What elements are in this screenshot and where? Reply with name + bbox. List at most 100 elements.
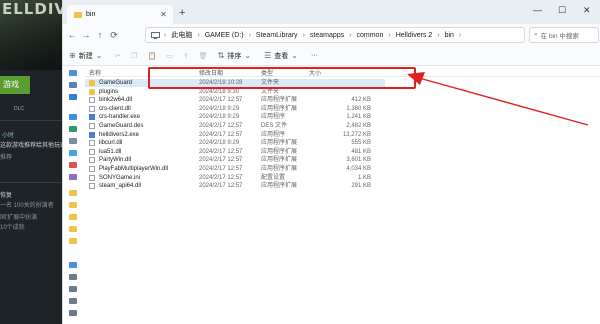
onedrive-icon[interactable] (69, 94, 77, 100)
breadcrumb-this-pc[interactable]: 此电脑 (171, 30, 192, 40)
file-type: 应用程序 (261, 114, 286, 121)
file-modified-date: 2024/2/17 12:57 (199, 123, 243, 129)
file-name: crs-client.dll (99, 105, 131, 112)
videos-icon[interactable] (69, 174, 77, 180)
new-button[interactable]: ⊕ 新建 ⌄ (69, 51, 105, 61)
minimize-button[interactable]: — (533, 5, 542, 15)
file-icon (89, 105, 95, 112)
this-pc-icon[interactable] (69, 262, 77, 268)
home-icon[interactable] (69, 70, 77, 76)
maximize-button[interactable]: ☐ (558, 5, 566, 16)
file-type: DES 文件 (261, 123, 288, 129)
close-tab-icon[interactable]: ✕ (160, 10, 167, 19)
breadcrumb-steamapps[interactable]: steamapps (310, 32, 344, 39)
achievement-line: 一名 100关的扮演者 (0, 203, 54, 209)
divider (0, 120, 62, 121)
file-size: 1,241 KB (346, 114, 371, 121)
file-icon (89, 148, 95, 155)
drive-icon[interactable] (69, 286, 77, 292)
file-type: 应用程序扩展 (261, 166, 298, 172)
drive-icon[interactable] (69, 274, 77, 280)
cut-icon[interactable]: ✂ (115, 52, 121, 60)
chevron-down-icon: ⌄ (95, 51, 103, 60)
new-tab-button[interactable]: + (179, 7, 185, 19)
sort-button[interactable]: ⇅ 排序 ⌄ (218, 51, 254, 61)
folder-icon (89, 88, 95, 95)
back-arrow-icon[interactable]: ← (65, 30, 79, 40)
breadcrumb-separator: › (248, 31, 251, 39)
more-options-button[interactable]: ··· (311, 52, 318, 59)
file-row[interactable]: PartyWin.dll 2024/2/17 12:57 应用程序扩展 3,601 K… (85, 156, 385, 164)
breadcrumb-bin[interactable]: bin (445, 32, 454, 39)
annotation-highlight-box (148, 67, 416, 89)
forward-arrow-icon[interactable]: → (79, 30, 93, 40)
file-row[interactable]: lua51.dll 2024/2/17 12:57 应用程序扩展 481 KB (85, 148, 385, 156)
folder-icon[interactable] (69, 190, 77, 196)
file-row[interactable]: crs-client.dll 2024/2/18 9:29 应用程序扩展 1,380 … (85, 105, 385, 113)
folder-icon[interactable] (69, 202, 77, 208)
folder-icon (89, 80, 95, 86)
divider (0, 182, 62, 183)
tab-bin[interactable]: bin ✕ (67, 5, 173, 24)
delete-icon[interactable]: 🗑 (199, 52, 208, 60)
up-arrow-icon[interactable]: ↑ (93, 30, 107, 40)
folder-icon[interactable] (69, 238, 77, 244)
breadcrumb-steamlibrary[interactable]: SteamLibrary (256, 32, 298, 39)
gallery-icon[interactable] (69, 82, 77, 88)
achievement-line: 10个成就 (0, 225, 25, 231)
hero-title: ELLDIVERS (2, 0, 62, 18)
file-row[interactable]: libcurl.dll 2024/2/18 9:29 应用程序扩展 555 KB (85, 139, 385, 147)
file-row[interactable]: helldivers2.exe 2024/2/17 12:57 应用程序 13,272… (85, 131, 385, 139)
folder-icon[interactable] (69, 226, 77, 232)
share-icon[interactable]: ⇪ (183, 52, 189, 60)
chevron-down-icon: ⌄ (244, 51, 252, 60)
file-size: 291 KB (351, 183, 371, 190)
sort-icon: ⇅ (217, 51, 225, 60)
downloads-icon[interactable] (69, 126, 77, 132)
rename-icon[interactable]: ▭ (166, 52, 173, 60)
drive-icon[interactable] (69, 310, 77, 316)
folder-icon[interactable] (69, 214, 77, 220)
new-label: 新建 (78, 52, 93, 60)
drive-icon[interactable] (69, 298, 77, 304)
music-icon[interactable] (69, 162, 77, 168)
refresh-icon[interactable]: ⟳ (107, 30, 121, 41)
file-icon (89, 140, 95, 147)
breadcrumb-helldivers2[interactable]: Helldivers 2 (396, 32, 433, 39)
file-modified-date: 2024/2/17 12:57 (199, 183, 243, 190)
file-row[interactable]: crs-handler.exe 2024/2/18 9:29 应用程序 1,241 K… (85, 113, 385, 121)
play-button[interactable]: 游戏 (0, 76, 30, 94)
view-button[interactable]: ☰ 查看 ⌄ (264, 51, 301, 61)
pictures-icon[interactable] (69, 150, 77, 156)
recommend-prompt: 这款游戏推荐给其他玩家吗? (0, 143, 62, 149)
breadcrumb-drive[interactable]: GAMEE (D:) (205, 32, 244, 39)
breadcrumb-common[interactable]: common (357, 32, 384, 39)
file-row[interactable]: bink2w64.dll 2024/2/17 12:57 应用程序扩展 412 KB (85, 96, 385, 104)
search-input[interactable]: ⌕ 在 bin 中搜索 (529, 27, 599, 43)
file-row[interactable]: GameGuard.des 2024/2/17 12:57 DES 文件 2,482 … (85, 122, 385, 130)
file-name: plugins (99, 88, 119, 95)
chevron-down-icon: ⌄ (291, 51, 298, 60)
address-bar[interactable]: › 此电脑 › GAMEE (D:) › SteamLibrary › stea… (145, 27, 525, 43)
column-header-name[interactable]: 名称 (89, 68, 101, 77)
desktop-icon[interactable] (69, 114, 77, 120)
recommend-button[interactable]: 推荐 (0, 152, 12, 161)
playtime-label: 小时 (2, 133, 15, 139)
file-row[interactable]: PlayFabMultiplayerWin.dll 2024/2/17 12:57… (85, 165, 385, 173)
documents-icon[interactable] (69, 138, 77, 144)
file-icon (89, 123, 95, 129)
close-window-button[interactable]: ✕ (583, 5, 591, 16)
dlc-label: DLC (14, 106, 25, 112)
file-icon (89, 166, 95, 172)
paste-icon[interactable]: 📋 (148, 52, 157, 60)
achievement-line: 国'扩展中扮演 (0, 215, 38, 221)
file-size: 4,034 KB (346, 166, 371, 172)
file-row[interactable]: steam_api64.dll 2024/2/17 12:57 应用程序扩展 291 … (85, 182, 385, 190)
file-name: libcurl.dll (99, 140, 123, 147)
copy-icon[interactable]: ❐ (131, 52, 137, 60)
sort-label: 排序 (227, 52, 242, 60)
file-name: lua51.dll (99, 148, 122, 155)
file-modified-date: 2024/2/18 9:29 (199, 140, 240, 147)
plus-icon: ⊕ (69, 51, 76, 60)
file-row[interactable]: SONYGame.ini 2024/2/17 12:57 配置设置 1 KB (85, 174, 385, 182)
